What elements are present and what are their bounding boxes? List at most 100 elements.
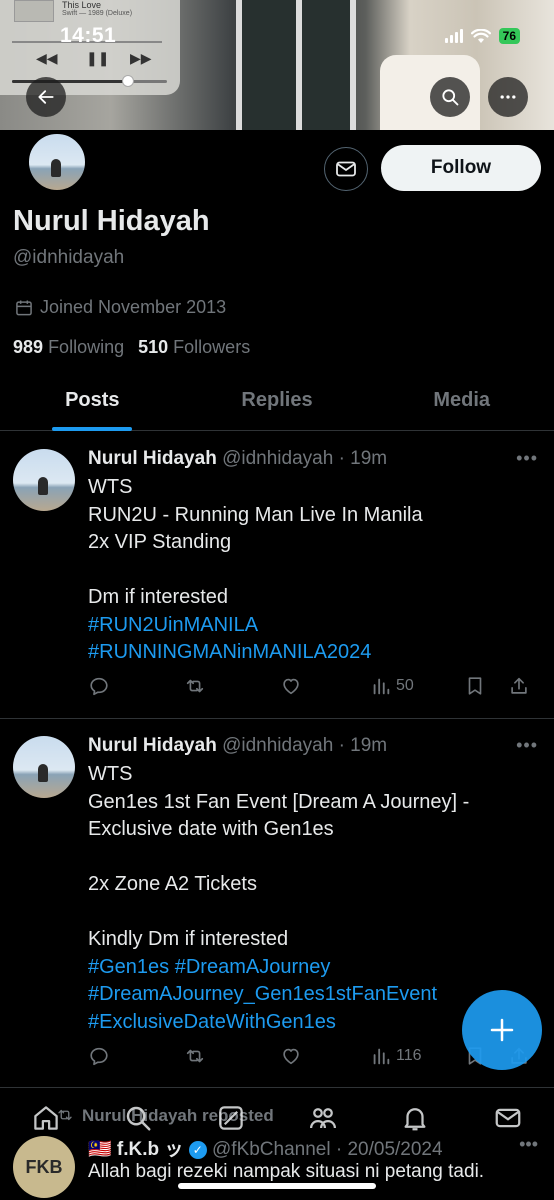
following-count: 989 [13, 337, 44, 357]
mail-icon [336, 161, 356, 177]
like-button[interactable] [280, 675, 370, 697]
home-icon[interactable] [31, 1103, 61, 1133]
repost-icon [186, 679, 204, 693]
profile-handle: @idnhidayah [13, 247, 125, 268]
song-artist: Swift — 1989 (Deluxe) [62, 10, 133, 17]
explore-search-icon[interactable] [123, 1103, 153, 1133]
profile-avatar[interactable] [26, 131, 88, 193]
post-author-name[interactable]: Nurul Hidayah [88, 735, 217, 756]
followers-count: 510 [138, 337, 169, 357]
like-button[interactable] [280, 1045, 370, 1067]
bookmark-icon [468, 677, 482, 695]
status-time: 14:51 [60, 24, 117, 47]
rewind-icon: ◀◀ [36, 50, 58, 66]
plus-icon [490, 1018, 514, 1042]
grok-icon[interactable] [216, 1103, 246, 1133]
notifications-bell-icon[interactable] [400, 1103, 430, 1133]
post-text-line [88, 844, 538, 872]
bookmark-button[interactable] [464, 675, 508, 697]
share-button[interactable] [508, 675, 530, 697]
joined-date: Joined November 2013 [14, 297, 226, 318]
compose-post-button[interactable] [462, 990, 542, 1070]
views-button[interactable]: 50 [370, 675, 464, 697]
post-text-line [88, 899, 538, 927]
post-text-line: WTS [88, 476, 133, 498]
wifi-icon [470, 28, 491, 43]
profile-banner[interactable]: This Love Swift — 1989 (Deluxe) ◀◀ ❚❚ ▶▶ [0, 0, 554, 130]
hashtag-link[interactable]: #RUNNINGMANinMANILA2024 [88, 639, 538, 667]
post-text-line: Dm if interested [88, 586, 229, 608]
communities-icon[interactable] [308, 1103, 338, 1133]
views-chart-icon [373, 1048, 390, 1065]
tab-replies[interactable]: Replies [185, 371, 370, 430]
heart-icon [283, 1048, 299, 1065]
post-text-line: Exclusive date with Gen1es [88, 818, 334, 840]
follow-stats: 989 Following 510 Followers [13, 337, 250, 358]
messages-mail-icon[interactable] [493, 1103, 523, 1133]
reply-icon [90, 1047, 108, 1066]
post-actions: 50 [88, 675, 543, 697]
profile-display-name: Nurul Hidayah [13, 205, 210, 237]
post-more-icon[interactable]: ••• [516, 735, 538, 756]
followers-label: Followers [173, 337, 251, 357]
calendar-icon [16, 300, 32, 315]
reply-button[interactable] [88, 1045, 184, 1067]
post-author-name[interactable]: Nurul Hidayah [88, 448, 217, 469]
cellular-signal-icon [444, 29, 463, 43]
hashtag-link[interactable]: #RUN2UinMANILA [88, 612, 538, 640]
battery-indicator: 76 [498, 28, 520, 44]
post-text-line: Kindly Dm if interested [88, 928, 289, 950]
post-more-icon[interactable]: ••• [516, 448, 538, 469]
share-icon [511, 677, 527, 694]
post-author-avatar[interactable] [13, 449, 75, 511]
profile-tabs: Posts Replies Media [0, 371, 554, 431]
post-text-line: 2x VIP Standing [88, 531, 232, 553]
follow-button[interactable]: Follow [381, 145, 541, 191]
tab-posts[interactable]: Posts [0, 371, 185, 430]
views-count: 116 [396, 1047, 422, 1064]
more-options-button[interactable] [488, 77, 528, 117]
post-text-line: 2x Zone A2 Tickets [88, 873, 257, 895]
post-meta: @idnhidayah · 19m [222, 448, 388, 469]
following-link[interactable]: 989 Following [13, 337, 124, 358]
status-icons: 76 [444, 28, 520, 44]
views-count: 50 [396, 677, 414, 694]
post-header: Nurul Hidayah @idnhidayah · 19m [88, 448, 387, 470]
window-photo [236, 0, 356, 130]
heart-icon [283, 678, 299, 695]
followers-link[interactable]: 510 Followers [138, 337, 250, 358]
joined-label: Joined November 2013 [40, 297, 227, 317]
message-button[interactable] [324, 147, 368, 191]
tab-media[interactable]: Media [369, 371, 554, 430]
search-button[interactable] [430, 77, 470, 117]
more-icon [500, 95, 516, 99]
post-author-avatar[interactable] [13, 736, 75, 798]
back-arrow-icon [38, 90, 54, 104]
home-indicator[interactable] [178, 1183, 376, 1189]
following-label: Following [48, 337, 125, 357]
pause-icon: ❚❚ [86, 50, 110, 66]
repost-icon [186, 1049, 204, 1063]
back-button[interactable] [26, 77, 66, 117]
bottom-navigation [0, 1088, 554, 1148]
post-meta: @idnhidayah · 19m [222, 735, 388, 756]
album-art [14, 0, 54, 22]
post-text-line [88, 557, 538, 585]
repost-button[interactable] [184, 675, 280, 697]
post-text-line: RUN2U - Running Man Live In Manila [88, 503, 423, 526]
views-chart-icon [373, 678, 390, 695]
hashtag-link[interactable]: #Gen1es #DreamAJourney [88, 954, 538, 982]
search-icon [442, 89, 459, 106]
reply-button[interactable] [88, 675, 184, 697]
post-text-line: Gen1es 1st Fan Event [Dream A Journey] - [88, 790, 470, 813]
song-title: This Love [62, 0, 102, 10]
post-text-line: WTS [88, 763, 133, 785]
views-button[interactable]: 116 [370, 1045, 464, 1067]
post-body: WTS RUN2U - Running Man Live In Manila 2… [88, 474, 538, 667]
repost-button[interactable] [184, 1045, 280, 1067]
post-body: WTS Gen1es 1st Fan Event [Dream A Journe… [88, 761, 538, 1036]
post-item[interactable]: Nurul Hidayah @idnhidayah · 19m ••• WTS … [0, 432, 554, 719]
reply-icon [90, 677, 108, 696]
fast-forward-icon: ▶▶ [130, 50, 152, 66]
post-header: Nurul Hidayah @idnhidayah · 19m [88, 735, 387, 757]
